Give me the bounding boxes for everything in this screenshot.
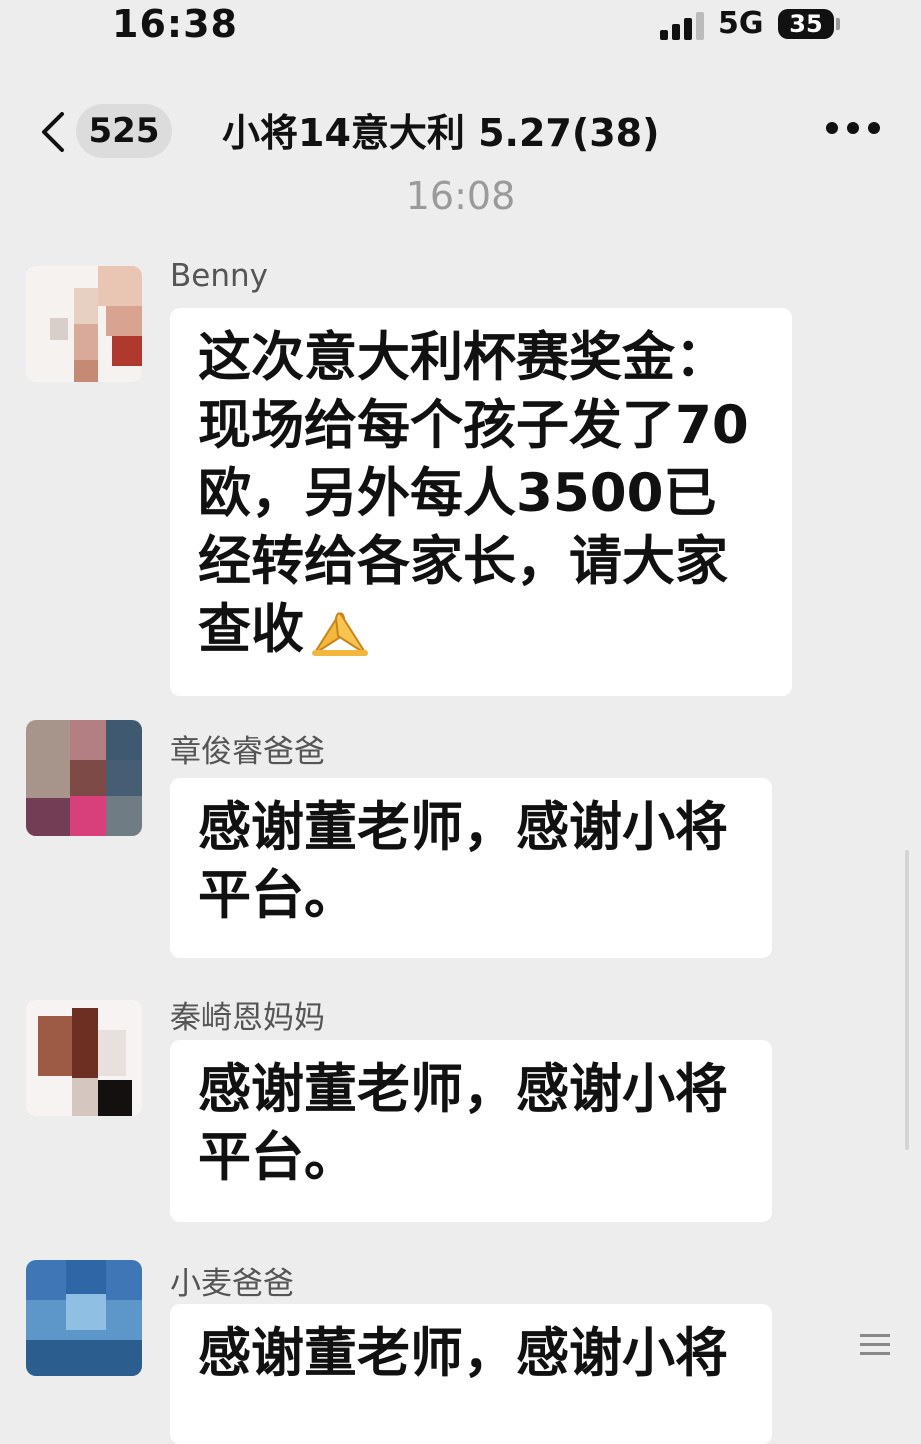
message-line: 这次意大利杯赛奖金： <box>198 327 728 388</box>
avatar[interactable] <box>26 1000 142 1116</box>
avatar[interactable] <box>26 1260 142 1376</box>
battery-icon: 35 <box>778 9 834 39</box>
message-bubble[interactable]: 感谢董老师，感谢小将 平台。 <box>170 1040 772 1222</box>
status-time: 16:38 <box>112 2 238 46</box>
unread-count-badge[interactable]: 525 <box>76 104 172 158</box>
message-bubble[interactable]: 感谢董老师，感谢小将 <box>170 1304 772 1444</box>
battery-tip <box>836 18 840 30</box>
sender-name: 小麦爸爸 <box>170 1266 294 1302</box>
nav-bar: 525 小将14意大利 5.27(38) <box>0 90 921 170</box>
more-icon[interactable] <box>826 122 880 136</box>
avatar[interactable] <box>26 720 142 836</box>
message-bubble[interactable]: 感谢董老师，感谢小将 平台。 <box>170 778 772 958</box>
message-line: 查收 <box>198 599 304 660</box>
back-chevron-icon[interactable] <box>36 112 72 152</box>
message-timestamp: 16:08 <box>405 174 516 218</box>
message-line: 感谢董老师，感谢小将 <box>198 1323 728 1384</box>
sender-name: 章俊睿爸爸 <box>170 734 325 770</box>
chat-title: 小将14意大利 5.27(38) <box>222 111 660 155</box>
message-line: 感谢董老师，感谢小将 <box>198 1059 728 1120</box>
signal-icon <box>660 12 706 40</box>
sender-name: Benny <box>170 258 268 294</box>
avatar[interactable] <box>26 266 142 382</box>
message-line: 平台。 <box>198 1127 357 1188</box>
message-bubble[interactable]: 这次意大利杯赛奖金： 现场给每个孩子发了70 欧，另外每人3500已 经转给各家… <box>170 308 792 696</box>
network-label: 5G <box>718 6 764 41</box>
pray-icon <box>312 612 368 657</box>
scrollbar[interactable] <box>905 850 909 1150</box>
sender-name: 秦崎恩妈妈 <box>170 1000 325 1036</box>
message-line: 平台。 <box>198 865 357 926</box>
message-line: 现场给每个孩子发了70 <box>198 395 749 456</box>
message-line: 欧，另外每人3500已 <box>198 463 717 524</box>
status-bar: 16:38 5G 35 <box>0 0 921 60</box>
message-line: 经转给各家长，请大家 <box>198 531 728 592</box>
list-icon <box>860 1334 890 1355</box>
message-line: 感谢董老师，感谢小将 <box>198 797 728 858</box>
